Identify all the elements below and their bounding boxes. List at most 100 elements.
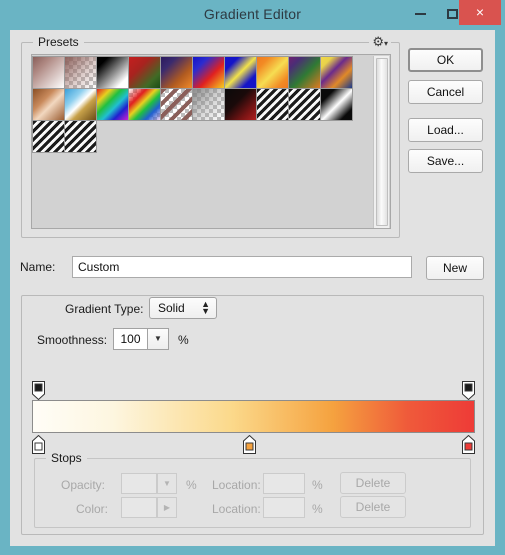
preset-swatch[interactable] — [224, 56, 257, 89]
ok-button[interactable]: OK — [408, 48, 483, 72]
preset-swatch[interactable] — [96, 56, 129, 89]
preset-swatch[interactable] — [32, 88, 65, 121]
stops-legend: Stops — [46, 451, 87, 465]
gradient-settings-group: Gradient Type: Solid ▲ ▼ Smoothness: 100 … — [21, 295, 484, 535]
opacity-stop-marker[interactable] — [462, 381, 475, 401]
dialog-body: Presets ⚙▾ OK Cancel Load... Save... Nam… — [10, 30, 495, 546]
preset-swatch[interactable] — [32, 56, 65, 89]
color-label: Color: — [76, 502, 109, 516]
presets-scrollbar[interactable] — [373, 56, 389, 228]
smoothness-dropdown-button[interactable]: ▼ — [147, 328, 169, 350]
opacity-location-input[interactable] — [263, 473, 305, 494]
preset-swatch[interactable] — [160, 88, 193, 121]
gear-glyph: ⚙ — [372, 34, 384, 49]
preset-swatch[interactable] — [192, 56, 225, 89]
preset-swatch-fill — [129, 89, 160, 120]
minimize-button[interactable] — [404, 0, 437, 26]
color-stop-marker[interactable] — [462, 434, 475, 454]
presets-list[interactable] — [31, 54, 391, 229]
gradient-type-label: Gradient Type: — [65, 302, 144, 316]
title-bar: Gradient Editor × — [0, 0, 505, 30]
preset-swatch[interactable] — [64, 120, 97, 153]
opacity-location-label: Location: — [212, 478, 261, 492]
preset-swatch-fill — [97, 57, 128, 88]
color-picker-arrow-icon[interactable]: ▶ — [157, 497, 177, 518]
preset-swatch-fill — [193, 89, 224, 120]
opacity-stop-marker[interactable] — [32, 381, 45, 401]
preset-swatch[interactable] — [160, 56, 193, 89]
preset-swatch[interactable] — [256, 56, 289, 89]
color-location-input[interactable] — [263, 497, 305, 518]
presets-legend: Presets — [33, 35, 84, 49]
preset-swatch[interactable] — [256, 88, 289, 121]
preset-swatch-fill — [321, 57, 352, 88]
preset-swatch[interactable] — [192, 88, 225, 121]
preset-swatch[interactable] — [96, 88, 129, 121]
stops-group: Stops Opacity: ▼ % Location: % Delete Co… — [34, 451, 471, 528]
gradient-bar-area — [32, 400, 475, 433]
preset-swatch[interactable] — [64, 88, 97, 121]
preset-swatch-fill — [289, 57, 320, 88]
gear-icon[interactable]: ⚙▾ — [369, 34, 391, 50]
smoothness-label: Smoothness: — [37, 333, 108, 347]
preset-swatch-fill — [257, 57, 288, 88]
smoothness-percent-label: % — [178, 333, 189, 347]
preset-swatch[interactable] — [320, 88, 353, 121]
preset-swatch-fill — [33, 121, 64, 152]
color-delete-button[interactable]: Delete — [340, 496, 406, 518]
preset-swatch-fill — [65, 89, 96, 120]
gradient-bar[interactable] — [32, 400, 475, 433]
preset-swatch-grid — [32, 56, 370, 153]
presets-group: Presets ⚙▾ — [21, 34, 400, 238]
color-location-label: Location: — [212, 502, 261, 516]
new-button[interactable]: New — [426, 256, 484, 280]
maximize-icon — [447, 8, 458, 19]
preset-swatch-fill — [289, 89, 320, 120]
preset-swatch[interactable] — [320, 56, 353, 89]
close-button[interactable]: × — [459, 0, 501, 25]
preset-swatch[interactable] — [64, 56, 97, 89]
gradient-type-value: Solid — [158, 301, 185, 315]
color-location-percent-label: % — [312, 502, 323, 516]
opacity-label: Opacity: — [61, 478, 106, 492]
stepper-arrows-icon: ▲ ▼ — [201, 299, 210, 316]
preset-swatch-fill — [225, 89, 256, 120]
color-stop-marker[interactable] — [242, 434, 256, 454]
name-label: Name: — [20, 260, 56, 274]
preset-swatch-fill — [161, 89, 192, 120]
color-swatch-button[interactable] — [121, 497, 157, 518]
gradient-bar-fill — [33, 401, 474, 432]
save-button[interactable]: Save... — [408, 149, 483, 173]
color-stop-marker[interactable] — [32, 434, 45, 454]
smoothness-input[interactable]: 100 — [113, 328, 147, 350]
preset-swatch-fill — [321, 89, 352, 120]
preset-swatch-fill — [65, 57, 96, 88]
cancel-button[interactable]: Cancel — [408, 80, 483, 104]
preset-swatch-fill — [161, 57, 192, 88]
preset-swatch-fill — [193, 57, 224, 88]
opacity-dropdown-button[interactable]: ▼ — [157, 473, 177, 494]
presets-scrollbar-thumb[interactable] — [376, 58, 388, 226]
preset-swatch-fill — [129, 57, 160, 88]
minimize-icon — [415, 12, 426, 15]
gradient-name-input[interactable] — [72, 256, 412, 278]
opacity-percent-label: % — [186, 478, 197, 492]
gradient-type-select[interactable]: Solid ▲ ▼ — [149, 297, 217, 319]
opacity-input[interactable] — [121, 473, 157, 494]
gradient-editor-window: Gradient Editor × Presets ⚙▾ OK Cancel L… — [0, 0, 505, 555]
preset-swatch[interactable] — [128, 56, 161, 89]
preset-swatch[interactable] — [288, 88, 321, 121]
preset-swatch[interactable] — [32, 120, 65, 153]
load-button[interactable]: Load... — [408, 118, 483, 142]
chevron-down-icon: ▾ — [383, 39, 388, 48]
preset-swatch[interactable] — [288, 56, 321, 89]
preset-swatch[interactable] — [128, 88, 161, 121]
preset-swatch-fill — [97, 89, 128, 120]
preset-swatch-fill — [33, 57, 64, 88]
preset-swatch-fill — [257, 89, 288, 120]
preset-swatch-fill — [33, 89, 64, 120]
preset-swatch-fill — [65, 121, 96, 152]
preset-swatch[interactable] — [224, 88, 257, 121]
opacity-delete-button[interactable]: Delete — [340, 472, 406, 494]
preset-swatch-fill — [225, 57, 256, 88]
